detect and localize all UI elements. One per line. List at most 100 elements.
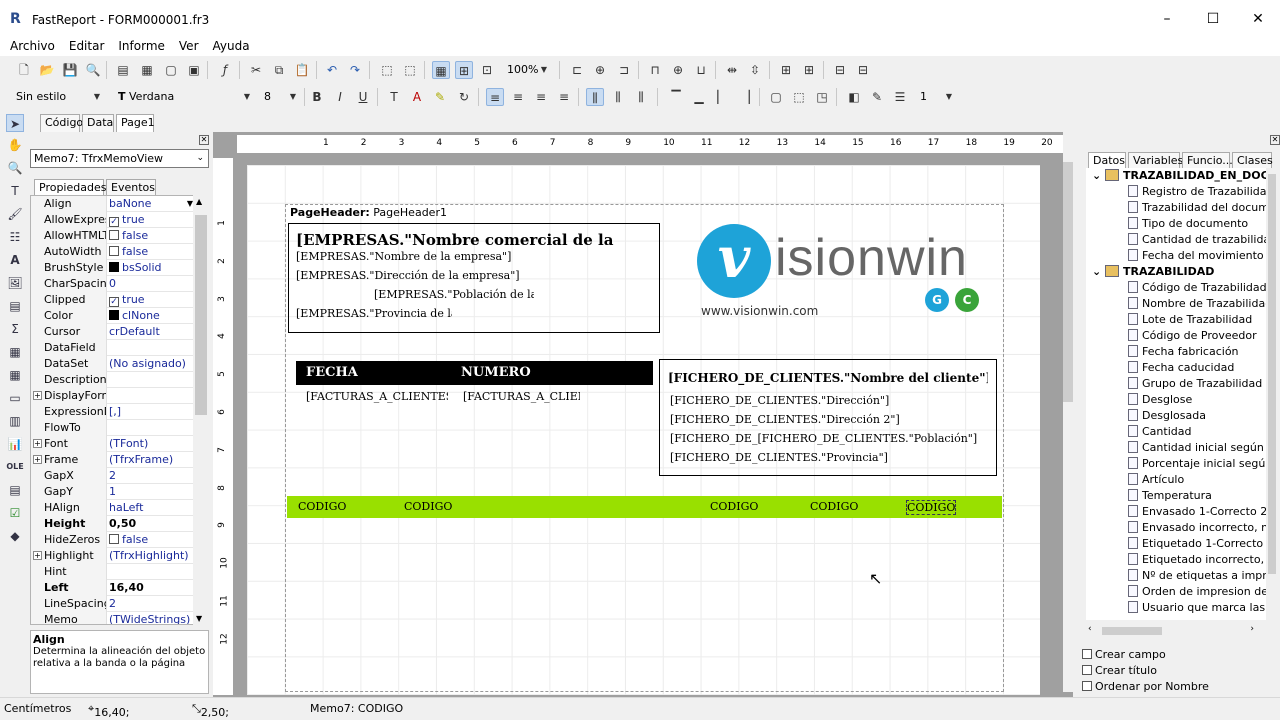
checkbox-icon[interactable] (109, 534, 119, 544)
font-color-icon[interactable]: A (408, 88, 426, 106)
new-page-icon[interactable]: ▤ (114, 61, 132, 79)
property-value[interactable] (109, 564, 195, 580)
menu-ver[interactable]: Ver (172, 38, 206, 54)
ungroup-icon[interactable]: ⬚ (401, 61, 419, 79)
client-address-memo[interactable]: [FICHERO_DE_CLIENTES."Dirección"] (670, 394, 990, 407)
company-province-memo[interactable]: [EMPRESAS."Provincia de la (296, 307, 452, 320)
font-select[interactable]: T Verdana ▼ (114, 88, 254, 106)
frame-all-icon[interactable]: ▢ (767, 88, 785, 106)
underline-icon[interactable]: U (354, 88, 372, 106)
invoice-number-memo[interactable]: [FACTURAS_A_CLIEN (463, 390, 580, 403)
frame-none-icon[interactable]: ⬚ (790, 88, 808, 106)
table-icon[interactable]: ▦ (6, 366, 24, 384)
tree-field[interactable]: Desglosada (1128, 408, 1206, 424)
property-value[interactable]: (No asignado) (109, 356, 195, 372)
frame-left-icon[interactable]: ▏ (713, 88, 731, 106)
property-value[interactable]: bsSolid (109, 260, 195, 276)
checkbox-icon[interactable]: ☑ (6, 504, 24, 522)
tree-field[interactable]: Artículo (1128, 472, 1184, 488)
property-value[interactable]: (TFont) (109, 436, 195, 452)
variables-icon[interactable]: ƒ (216, 61, 234, 79)
company-name-memo[interactable]: [EMPRESAS."Nombre comercial de la (296, 231, 641, 249)
property-value[interactable]: 2 (109, 596, 195, 612)
invoice-date-memo[interactable]: [FACTURAS_A_CLIENTES. (306, 390, 448, 403)
italic-icon[interactable]: I (331, 88, 349, 106)
checkbox-icon[interactable] (109, 230, 119, 240)
tab-page1[interactable]: Page1 (116, 114, 155, 132)
property-value[interactable]: (TWideStrings) (109, 612, 195, 624)
tree-field[interactable]: Envasado incorrecto, mo (1128, 520, 1266, 536)
codigo-memo-selected[interactable]: CODIGO (906, 500, 956, 515)
property-value[interactable]: clNone (109, 308, 195, 324)
property-row[interactable]: DisplayForma+ (31, 388, 195, 404)
tab-codigo[interactable]: Código (40, 114, 83, 132)
client-city-memo[interactable]: [FICHERO_DE_[FICHERO_DE_CLIENTES."Poblac… (670, 432, 990, 445)
property-row[interactable]: FlowTo (31, 420, 195, 436)
hand-tool-icon[interactable]: ✋ (6, 136, 24, 154)
expand-icon[interactable]: + (33, 391, 42, 400)
fit-grid-icon[interactable]: ⊡ (478, 61, 496, 79)
tree-field[interactable]: Fecha del movimiento (1128, 248, 1264, 264)
frame-bottom-icon[interactable]: ▁ (690, 88, 708, 106)
property-value[interactable] (109, 388, 195, 404)
property-value[interactable]: false (109, 532, 195, 548)
property-row[interactable]: ExpressionDe[,] (31, 404, 195, 420)
checkbox-icon[interactable]: ✓ (109, 217, 119, 227)
band-icon[interactable]: ☷ (6, 228, 24, 246)
page-settings-icon[interactable]: ▣ (185, 61, 203, 79)
open-icon[interactable]: 📂 (38, 61, 56, 79)
group-icon[interactable]: ⬚ (378, 61, 396, 79)
tree-field[interactable]: Desglose (1128, 392, 1192, 408)
property-value[interactable]: [,] (109, 404, 195, 420)
tree-field[interactable]: Etiquetado 1-Correcto 2- (1128, 536, 1266, 552)
tree-horizontal-scrollbar[interactable]: ‹ › (1086, 624, 1266, 638)
property-row[interactable]: Frame + (TfrxFrame) (31, 452, 195, 468)
property-row[interactable]: Clipped ✓ true (31, 292, 195, 308)
sum-icon[interactable]: Σ (6, 320, 24, 338)
align-right-icon[interactable]: ⊐ (615, 61, 633, 79)
align-grid-icon[interactable]: ⊞ (455, 61, 473, 79)
client-name-memo[interactable]: [FICHERO_DE_CLIENTES."Nombre del cliente… (668, 371, 988, 385)
text-top-icon[interactable]: ⫼ (586, 88, 604, 106)
tree-field[interactable]: Tipo de documento (1128, 216, 1248, 232)
property-value[interactable]: 2 (109, 468, 195, 484)
crear-campo-check[interactable]: Crear campo (1082, 648, 1166, 661)
select-tool-icon[interactable]: ➤ (6, 114, 24, 132)
maximize-button[interactable]: ☐ (1198, 8, 1228, 30)
close-button[interactable]: ✕ (1243, 8, 1273, 30)
tree-dataset[interactable]: ⌄ TRAZABILIDAD_EN_DOCU (1092, 168, 1266, 184)
text-bottom-icon[interactable]: ⫼ (632, 88, 650, 106)
close-inspector-icon[interactable]: ✕ (199, 135, 209, 145)
property-row[interactable]: GapX 2 (31, 468, 195, 484)
property-row[interactable]: BrushStyle bsSolid (31, 260, 195, 276)
frame-style-icon[interactable]: ☰ (891, 88, 909, 106)
canvas-scrollbar[interactable] (1063, 132, 1073, 692)
invoice-header-bar[interactable]: FECHA NUMERO (296, 361, 653, 385)
collapse-icon[interactable]: ⌄ (1092, 169, 1105, 182)
expand-icon[interactable]: + (33, 455, 42, 464)
frame-right-icon[interactable]: ▕ (736, 88, 754, 106)
property-row[interactable]: Height 0,50 (31, 516, 195, 532)
new-icon[interactable]: 🗋 (15, 61, 33, 79)
codigo-memo-4[interactable]: CODIGO (810, 500, 900, 513)
tree-field[interactable]: Código de Trazabilidad (1128, 280, 1266, 296)
tree-field[interactable]: Fecha caducidad (1128, 360, 1234, 376)
canvas-scroll-thumb[interactable] (1063, 162, 1073, 402)
save-icon[interactable]: 💾 (61, 61, 79, 79)
menu-ayuda[interactable]: Ayuda (206, 38, 257, 54)
style-select[interactable]: Sin estilo ▼ (12, 88, 104, 106)
tree-field[interactable]: Etiquetado incorrecto, m (1128, 552, 1266, 568)
tree-field[interactable]: Trazabilidad del documen (1128, 200, 1266, 216)
scroll-thumb[interactable] (195, 215, 207, 415)
tree-field[interactable]: Lote de Trazabilidad (1128, 312, 1252, 328)
space-vertical-icon[interactable]: ⇳ (746, 61, 764, 79)
property-row[interactable]: DataSet (No asignado) (31, 356, 195, 372)
property-row[interactable]: AllowHTMLTa false (31, 228, 195, 244)
tree-field[interactable]: Nº de etiquetas a imprimi (1128, 568, 1266, 584)
expand-icon[interactable]: + (33, 439, 42, 448)
property-value[interactable]: crDefault (109, 324, 195, 340)
property-value[interactable]: ✓ true (109, 292, 195, 308)
frame-color-icon[interactable]: ✎ (868, 88, 886, 106)
property-scrollbar[interactable]: ▲ ▼ (193, 195, 209, 625)
codigo-memo-2[interactable]: CODIGO (404, 500, 494, 513)
